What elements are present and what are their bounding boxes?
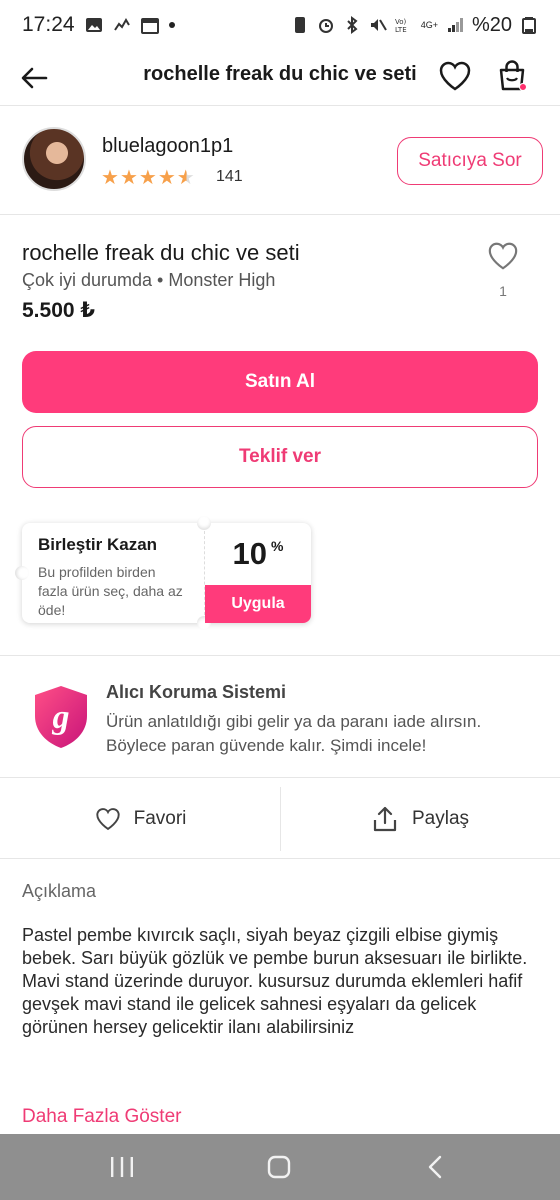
share-icon: [373, 806, 397, 832]
product-title: rochelle freak du chic ve seti: [22, 240, 300, 265]
bundle-description: Bu profilden birden fazla ürün seç, daha…: [38, 564, 183, 618]
apply-bundle-button[interactable]: Uygula: [205, 585, 311, 623]
ticket-notch: [15, 566, 29, 580]
shield-g-icon: g: [35, 686, 87, 748]
seller-section: bluelagoon1p1 ★★★★★ 141 Satıcıya Sor: [0, 107, 560, 215]
bluetooth-icon: [346, 16, 358, 34]
mute-icon: [370, 19, 387, 31]
star-half-icon: ★: [176, 167, 196, 189]
svg-text:LTE: LTE: [395, 26, 407, 34]
like-button[interactable]: 1: [483, 240, 523, 299]
actions-row: Favori Paylaş: [0, 779, 560, 859]
alarm-icon: [318, 19, 333, 33]
rating-count: 141: [216, 168, 243, 185]
bundle-info: Birleştir Kazan Bu profilden birden fazl…: [22, 523, 204, 623]
favorite-label: Favori: [133, 808, 187, 829]
svg-text:g: g: [52, 699, 70, 736]
top-navigation-bar: rochelle freak du chic ve seti: [0, 50, 560, 106]
system-navigation-bar: [0, 1134, 560, 1200]
seller-avatar[interactable]: [22, 127, 86, 191]
show-more-link[interactable]: Daha Fazla Göster: [22, 1106, 181, 1128]
gallery-icon: [85, 18, 102, 32]
buyer-protection-banner[interactable]: g Alıcı Koruma Sistemi Ürün anlatıldığı …: [0, 655, 560, 778]
bundle-discount-card: Birleştir Kazan Bu profilden birden fazl…: [15, 516, 311, 630]
bundle-title: Birleştir Kazan: [38, 535, 158, 554]
heart-icon[interactable]: [437, 58, 473, 94]
heart-icon: [95, 808, 120, 831]
home-icon[interactable]: [266, 1154, 292, 1180]
seller-name[interactable]: bluelagoon1p1: [102, 135, 233, 158]
nav-back-icon[interactable]: [424, 1154, 446, 1180]
status-bar: 17:24 Vo) LTE 4G+ %20: [0, 0, 560, 50]
protection-description: Ürün anlatıldığı gibi gelir ya da paranı…: [106, 712, 482, 755]
description-body: Pastel pembe kıvırcık saçlı, siyah beyaz…: [22, 925, 528, 1037]
network-type-label: 4G+: [420, 19, 438, 30]
like-count: 1: [499, 283, 507, 299]
signal-wave-icon: [113, 18, 130, 31]
volte-icon: Vo)LTE: [395, 18, 407, 34]
battery-level: %20: [471, 13, 512, 36]
star-icon: ★: [138, 167, 158, 189]
product-price: 5.500 ₺: [22, 299, 95, 322]
star-icon: ★: [101, 167, 120, 189]
bundle-percent-value: 10: [232, 536, 268, 571]
bundle-percent: 10%: [205, 523, 311, 585]
description-heading: Açıklama: [22, 881, 97, 901]
notification-dot-icon: [168, 22, 175, 28]
star-icon: ★: [157, 167, 177, 189]
cell-signal-icon: [447, 18, 463, 32]
share-label: Paylaş: [411, 808, 470, 829]
cart-badge-dot: [519, 83, 527, 91]
protection-title: Alıcı Koruma Sistemi: [106, 682, 287, 702]
favorite-button[interactable]: Favori: [0, 779, 280, 859]
bundle-percent-sign: %: [271, 538, 284, 554]
buy-button[interactable]: Satın Al: [22, 351, 538, 413]
make-offer-button[interactable]: Teklif ver: [22, 426, 538, 488]
ask-seller-button[interactable]: Satıcıya Sor: [397, 137, 543, 185]
seller-rating-stars: ★★★★★: [101, 165, 196, 190]
product-condition-brand: Çok iyi durumda • Monster High: [22, 270, 276, 290]
heart-icon: [488, 242, 518, 270]
svg-text:Vo): Vo): [395, 18, 407, 26]
battery-icon: [522, 17, 536, 34]
cart-button[interactable]: [494, 58, 530, 94]
share-button[interactable]: Paylaş: [281, 779, 560, 859]
data-saver-icon: [294, 17, 305, 33]
star-icon: ★: [119, 167, 139, 189]
page-title: rochelle freak du chic ve seti: [143, 63, 417, 85]
status-time: 17:24: [22, 13, 75, 36]
recent-apps-icon[interactable]: [108, 1154, 136, 1180]
calendar-icon: [140, 18, 159, 34]
